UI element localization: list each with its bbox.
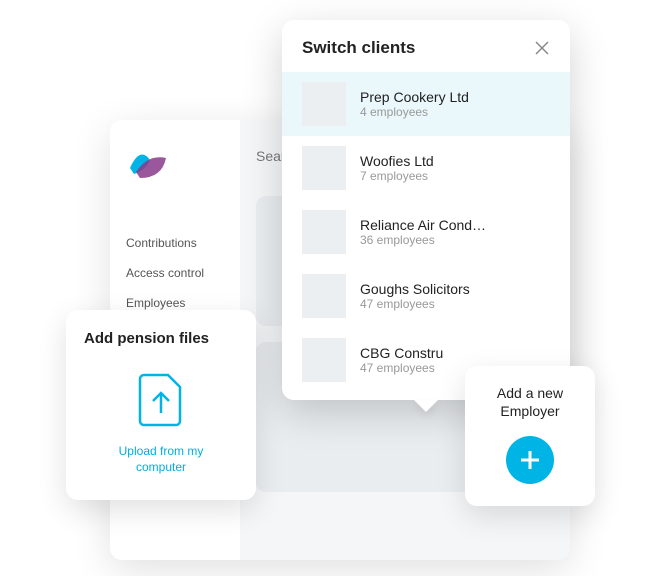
switch-clients-title: Switch clients	[302, 38, 415, 58]
app-logo-icon	[126, 142, 170, 186]
add-pension-files-card: Add pension files Upload from my compute…	[66, 310, 256, 500]
sidebar-item-contributions[interactable]: Contributions	[126, 236, 224, 250]
switch-clients-header: Switch clients	[282, 20, 570, 72]
client-subtext: 47 employees	[360, 297, 470, 311]
add-employer-title: Add a new Employer	[479, 384, 581, 420]
client-subtext: 36 employees	[360, 233, 486, 247]
upload-file-icon	[138, 373, 184, 427]
sidebar-item-employees[interactable]: Employees	[126, 296, 224, 310]
client-name: Prep Cookery Ltd	[360, 89, 469, 105]
client-subtext: 4 employees	[360, 105, 469, 119]
close-icon	[534, 40, 550, 56]
client-item[interactable]: Goughs Solicitors 47 employees	[282, 264, 570, 328]
client-thumbnail	[302, 82, 346, 126]
client-item[interactable]: Woofies Ltd 7 employees	[282, 136, 570, 200]
client-thumbnail	[302, 210, 346, 254]
client-name: Goughs Solicitors	[360, 281, 470, 297]
client-item[interactable]: Prep Cookery Ltd 4 employees	[282, 72, 570, 136]
client-item[interactable]: Reliance Air Cond… 36 employees	[282, 200, 570, 264]
switch-clients-popover: Switch clients Prep Cookery Ltd 4 employ…	[282, 20, 570, 400]
close-button[interactable]	[534, 40, 550, 56]
client-thumbnail	[302, 338, 346, 382]
client-name: Reliance Air Cond…	[360, 217, 486, 233]
sidebar-item-access-control[interactable]: Access control	[126, 266, 224, 280]
client-name: Woofies Ltd	[360, 153, 434, 169]
upload-button[interactable]: Upload from my computer	[84, 373, 238, 475]
client-thumbnail	[302, 146, 346, 190]
client-list: Prep Cookery Ltd 4 employees Woofies Ltd…	[282, 72, 570, 392]
upload-label: Upload from my computer	[101, 444, 221, 475]
client-subtext: 47 employees	[360, 361, 443, 375]
add-employer-button[interactable]	[506, 436, 554, 484]
pension-card-title: Add pension files	[84, 330, 238, 347]
client-thumbnail	[302, 274, 346, 318]
client-subtext: 7 employees	[360, 169, 434, 183]
client-name: CBG Constru	[360, 345, 443, 361]
add-employer-card: Add a new Employer	[465, 366, 595, 506]
plus-icon	[519, 449, 541, 471]
popover-pointer-icon	[414, 400, 438, 412]
